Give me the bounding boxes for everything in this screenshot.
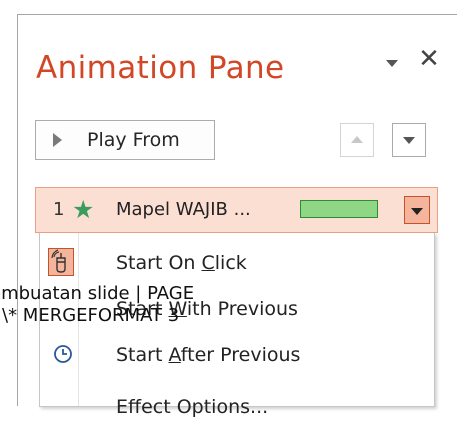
menu-item-start-with-previous[interactable]: Start With Previous [40, 285, 434, 333]
triangle-down-icon [411, 208, 423, 215]
menu-item-label: Effect Options... [116, 396, 269, 418]
animation-order-number: 1 [53, 199, 65, 220]
menu-item-label: Start After Previous [116, 344, 301, 366]
item-dropdown-button[interactable] [404, 196, 430, 224]
play-from-label: Play From [87, 129, 180, 151]
animation-list-item[interactable]: 1 ★ Mapel WAJIB ... [35, 187, 438, 233]
menu-item-start-after-previous[interactable]: Start After Previous [40, 331, 434, 379]
menu-item-label: Start On Click [116, 252, 247, 274]
star-icon: ★ [72, 195, 95, 224]
context-menu: Start On Click Start With Previous Start… [39, 233, 435, 418]
mouse-click-icon [48, 248, 74, 276]
triangle-down-icon [403, 137, 415, 144]
play-icon [53, 133, 62, 147]
pane-options-chevron-down-icon[interactable] [386, 60, 398, 67]
menu-item-label: Start With Previous [116, 298, 298, 320]
animation-item-name: Mapel WAJIB ... [116, 199, 251, 220]
menu-item-effect-options[interactable]: Effect Options... [40, 383, 434, 431]
close-icon[interactable]: ✕ [414, 44, 444, 74]
triangle-up-icon [351, 136, 363, 143]
move-earlier-button[interactable] [340, 123, 374, 157]
play-from-button[interactable]: Play From [35, 120, 215, 160]
clock-icon [52, 343, 74, 365]
timing-bar[interactable] [300, 200, 378, 218]
move-later-button[interactable] [392, 123, 426, 157]
menu-item-start-on-click[interactable]: Start On Click [40, 239, 434, 287]
pane-title: Animation Pane [36, 50, 285, 86]
